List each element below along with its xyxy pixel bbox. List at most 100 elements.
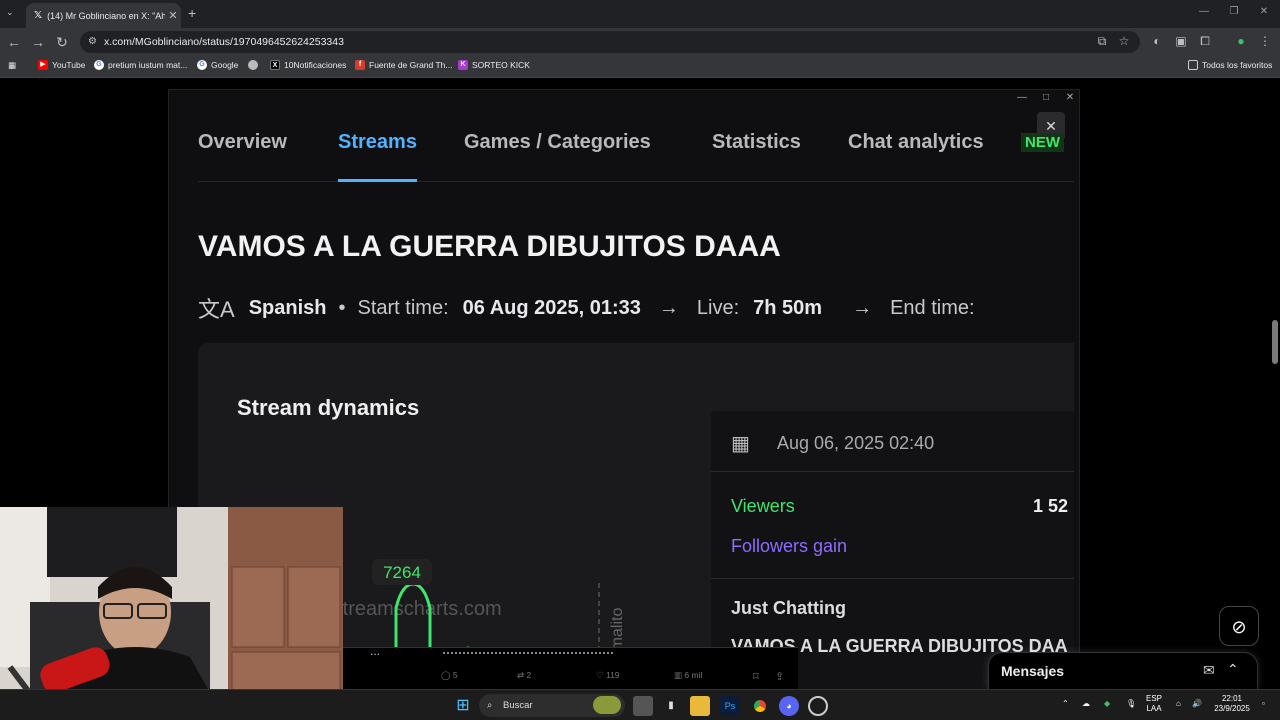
repost-button[interactable]: ⇄ 2 <box>517 670 531 681</box>
google-icon: G <box>94 60 104 70</box>
stream-meta: 文A Spanish • Start time: 06 Aug 2025, 01… <box>198 292 975 324</box>
search-highlight-icon <box>593 696 621 714</box>
browser-toolbar: ← → ↻ ⚙ x.com/MGoblinciano/status/197049… <box>0 28 1280 56</box>
bookmarks-bar: ▦ ▶ YouTube Gpretium iustum mat... G Googl… <box>0 56 1280 78</box>
minimize-icon[interactable]: — <box>1194 6 1214 17</box>
microphone-icon[interactable]: 🎙 <box>1126 699 1136 709</box>
network-icon[interactable]: ⌂ <box>1176 699 1181 709</box>
bookmark-fuente[interactable]: f Fuente de Grand Th... <box>355 60 452 70</box>
extension2-icon[interactable]: ▣ <box>1172 34 1190 48</box>
clock[interactable]: 22:01 23/9/2025 <box>1212 694 1252 714</box>
extension-icon[interactable]: ◐ <box>1148 34 1166 48</box>
tab-statistics[interactable]: Statistics <box>712 130 801 182</box>
app-icon[interactable]: ▮ <box>661 696 681 716</box>
chrome-icon[interactable] <box>750 696 770 716</box>
views-icon: ▥ <box>674 670 685 680</box>
volume-icon[interactable]: 🔊 <box>1192 699 1202 709</box>
grok-button[interactable]: ⊘ <box>1219 606 1259 646</box>
expand-icon[interactable]: ⌃ <box>1227 661 1239 678</box>
tab-title: (14) Mr Goblinciano en X: "Ahí <box>47 10 165 21</box>
install-icon[interactable]: ⧉ <box>1093 34 1111 49</box>
all-favorites[interactable]: Todos los favoritos <box>1188 60 1272 70</box>
peak-label: 7264 <box>383 563 421 582</box>
photoshop-icon[interactable]: Ps <box>720 696 740 716</box>
browser-tab-strip: ⌄ 𝕏 (14) Mr Goblinciano en X: "Ahí ✕ + —… <box>0 0 1280 28</box>
back-icon[interactable]: ← <box>4 33 24 51</box>
bookmark-globe[interactable] <box>248 60 262 70</box>
tray-app-icon[interactable]: ◆ <box>1104 699 1110 709</box>
viewers-label: Viewers <box>731 496 795 516</box>
tab-games-categories[interactable]: Games / Categories <box>464 130 651 182</box>
viewer-maximize-icon[interactable]: □ <box>1036 92 1056 103</box>
bookmark-button[interactable]: ⌑ <box>753 670 759 683</box>
task-view-icon[interactable] <box>633 696 653 716</box>
restore-icon[interactable]: ❐ <box>1224 6 1244 17</box>
separator-dot: • <box>338 296 346 319</box>
browser-tab[interactable]: 𝕏 (14) Mr Goblinciano en X: "Ahí ✕ <box>26 3 181 28</box>
start-icon[interactable]: ⊞ <box>453 696 473 716</box>
forward-icon[interactable]: → <box>28 33 48 51</box>
heart-icon: ♡ <box>596 670 606 680</box>
followers-gain-label: Followers gain <box>731 536 848 556</box>
post-action-bar: ... ◯ 5 ⇄ 2 ♡ 119 ▥ 6 mil ⌑ ⇪ <box>343 644 798 689</box>
start-value: 06 Aug 2025, 01:33 <box>462 296 641 319</box>
bookmark-youtube[interactable]: ▶ YouTube <box>38 60 85 70</box>
steam-app-icon[interactable] <box>808 696 828 716</box>
live-label: Live: <box>696 296 740 319</box>
viewer-close-icon[interactable]: ✕ <box>1060 92 1080 103</box>
bookmark-notifications[interactable]: X 10Notificaciones <box>270 60 346 70</box>
bookmark-star-icon[interactable]: ☆ <box>1115 34 1133 48</box>
viewer-minimize-icon[interactable]: — <box>1012 92 1032 103</box>
tab-streams[interactable]: Streams <box>338 130 417 182</box>
globe-icon <box>248 60 258 70</box>
reload-icon[interactable]: ↻ <box>52 33 72 51</box>
new-tab-button[interactable]: + <box>188 5 196 21</box>
tray-overflow-icon[interactable]: ⌃ <box>1062 699 1069 709</box>
font-icon: f <box>355 60 365 70</box>
viewers-value: 1 52 <box>1033 496 1069 516</box>
tab-search-icon[interactable]: ⌄ <box>6 7 14 18</box>
share-button[interactable]: ⇪ <box>775 670 784 683</box>
x-logo-icon: 𝕏 <box>34 10 43 21</box>
more-button[interactable]: ... <box>370 644 380 658</box>
extensions-puzzle-icon[interactable]: ⧠ <box>1196 34 1214 49</box>
reply-icon: ◯ <box>441 670 453 680</box>
profile-avatar-icon[interactable]: ● <box>1232 34 1250 48</box>
apps-icon[interactable]: ▦ <box>8 60 16 71</box>
new-message-icon[interactable]: ✉ <box>1203 662 1215 679</box>
tooltip-divider <box>711 578 1074 579</box>
bookmark-google[interactable]: G Google <box>197 60 238 70</box>
tab-close-icon[interactable]: ✕ <box>165 9 181 22</box>
streamscharts-tabs: Overview Streams Games / Categories Stat… <box>198 130 1074 182</box>
bookmark-sorteo[interactable]: K SORTEO KICK <box>458 60 530 70</box>
file-explorer-icon[interactable] <box>690 696 710 716</box>
tab-chat-analytics[interactable]: Chat analytics <box>848 130 984 182</box>
windows-taskbar: ⊞ ⌕ Buscar ▮ Ps ◕ ⌃ ☁ ◆ 🎙 ESP LAA ⌂ 🔊 22… <box>0 689 1280 720</box>
scrollbar-thumb[interactable] <box>1272 320 1278 364</box>
google-icon: G <box>197 60 207 70</box>
address-bar[interactable]: ⚙ x.com/MGoblinciano/status/197049645262… <box>80 31 1140 53</box>
window-close-icon[interactable]: ✕ <box>1254 6 1274 17</box>
views-count[interactable]: ▥ 6 mil <box>674 670 702 681</box>
language: Spanish <box>248 296 327 319</box>
like-button[interactable]: ♡ 119 <box>596 670 620 681</box>
site-info-icon[interactable]: ⚙ <box>88 31 97 53</box>
onedrive-icon[interactable]: ☁ <box>1082 699 1090 709</box>
language-indicator[interactable]: ESP LAA <box>1146 694 1162 714</box>
discord-icon[interactable]: ◕ <box>779 696 799 716</box>
messages-drawer[interactable]: Mensajes ✉ ⌃ <box>988 652 1258 690</box>
stream-dynamics-title: Stream dynamics <box>237 395 420 420</box>
page-scrollbar[interactable] <box>1270 80 1280 690</box>
arrow-right-icon: → <box>852 296 873 319</box>
x-logo-icon: X <box>270 60 280 70</box>
taskbar-search[interactable]: ⌕ Buscar <box>479 694 625 717</box>
notifications-icon[interactable]: ▫ <box>1262 699 1265 709</box>
menu-icon[interactable]: ⋮ <box>1256 34 1274 48</box>
reply-button[interactable]: ◯ 5 <box>441 670 458 681</box>
search-icon: ⌕ <box>487 700 493 711</box>
tab-overview[interactable]: Overview <box>198 130 287 182</box>
bookmark-pretium[interactable]: Gpretium iustum mat... <box>94 60 187 70</box>
tooltip-divider <box>711 471 1074 472</box>
tooltip-date: Aug 06, 2025 02:40 <box>777 433 935 453</box>
start-label: Start time: <box>357 296 449 319</box>
